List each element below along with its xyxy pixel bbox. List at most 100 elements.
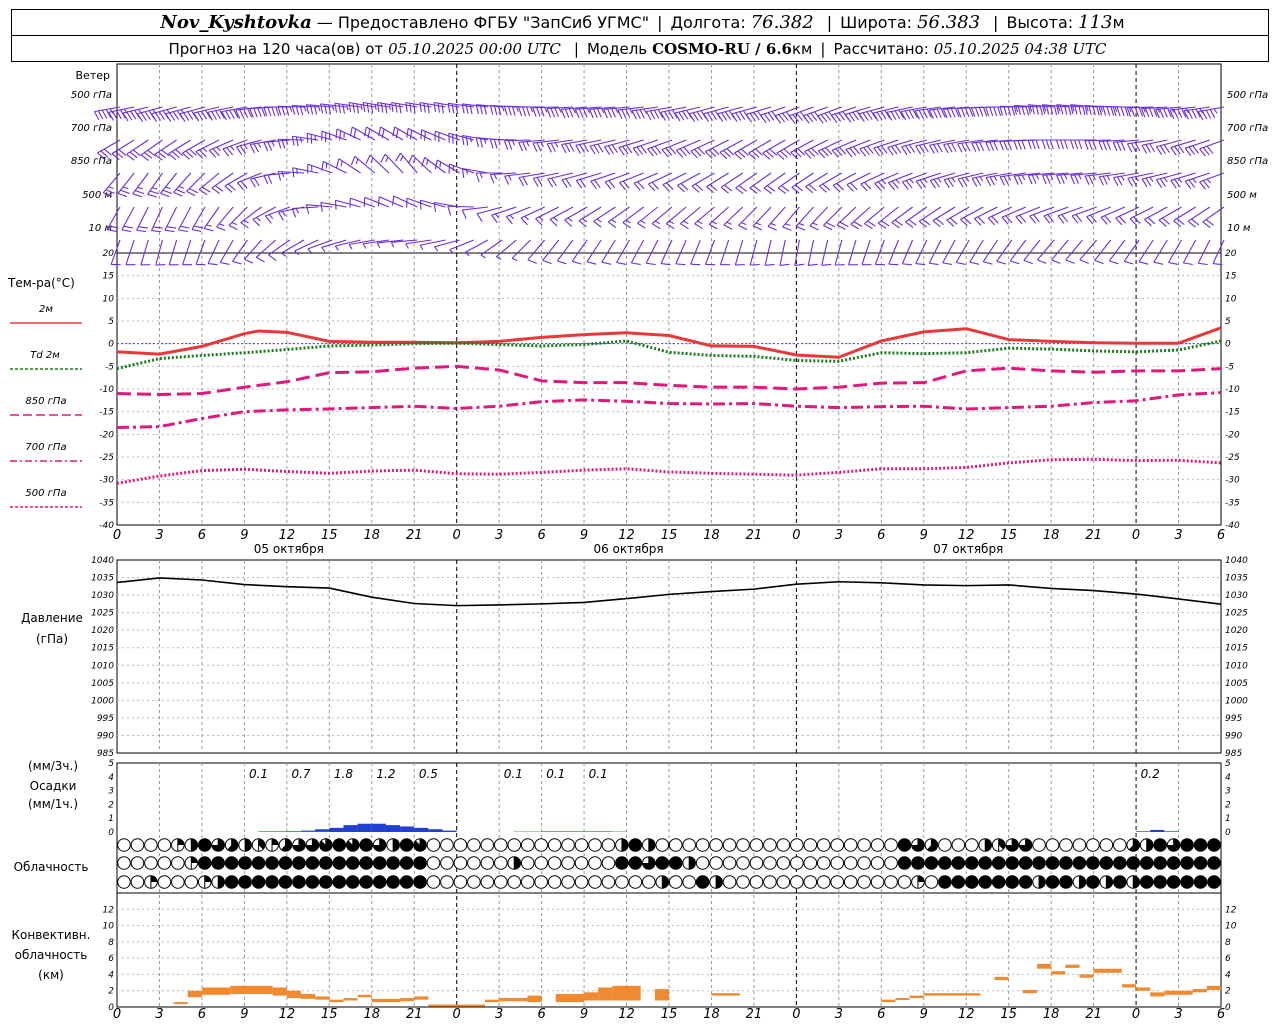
cloud-symbol-fill bbox=[978, 875, 992, 889]
precip-total-label: 0.1 bbox=[504, 767, 523, 781]
cloud-symbol bbox=[1032, 838, 1046, 852]
wind-barb bbox=[877, 206, 899, 229]
cloud-symbol-circle bbox=[507, 838, 522, 852]
wind-barb bbox=[535, 206, 560, 226]
wind-barb bbox=[532, 172, 559, 187]
cloud-symbol-circle bbox=[574, 875, 589, 889]
x-hour-tick-label: 9 bbox=[920, 1007, 928, 1022]
pressure-y-tick-label: 1020 bbox=[1225, 626, 1248, 636]
wind-barb-feather bbox=[979, 141, 985, 151]
wind-barb-feather bbox=[951, 142, 957, 152]
wind-barb-feather bbox=[1041, 175, 1047, 185]
wind-level-label: 850 гПа bbox=[71, 156, 112, 167]
wind-barb bbox=[549, 206, 574, 227]
wind-barb bbox=[511, 239, 531, 262]
cloud-symbol-fill bbox=[333, 875, 346, 889]
wind-barb-feather bbox=[352, 103, 356, 113]
wind-barb-feather bbox=[522, 176, 528, 186]
x-hour-tick-label: 12 bbox=[618, 1007, 635, 1022]
wind-barb-feather bbox=[1130, 142, 1137, 152]
wind-barb bbox=[874, 239, 885, 266]
convective-bar bbox=[1037, 963, 1052, 969]
wind-barb-feather bbox=[452, 134, 454, 144]
wind-barb-feather bbox=[536, 142, 542, 152]
cloud-symbol-circle bbox=[467, 856, 481, 870]
wind-barb bbox=[363, 196, 390, 208]
wind-barb-feather bbox=[464, 251, 470, 257]
cloud-symbol bbox=[911, 875, 925, 889]
wind-barb bbox=[631, 106, 658, 120]
pressure-y-tick-label: 1005 bbox=[1225, 679, 1248, 689]
cloud-symbol-fill bbox=[696, 875, 709, 889]
wind-barb-feather bbox=[1112, 142, 1118, 152]
wind-barb-staff bbox=[901, 239, 914, 265]
cloud-symbol bbox=[332, 856, 347, 870]
wind-barb-staff bbox=[306, 204, 333, 208]
cloud-symbol bbox=[1018, 875, 1033, 889]
convective-y-tick-label: 6 bbox=[108, 954, 114, 964]
pressure-y-tick-label: 1030 bbox=[91, 591, 114, 601]
wind-barb-feather bbox=[979, 107, 984, 117]
convective-bar bbox=[315, 996, 330, 1000]
wind-barb bbox=[564, 206, 588, 227]
cloud-symbol bbox=[480, 856, 495, 870]
cloud-symbol bbox=[453, 838, 468, 852]
convective-bar bbox=[1136, 987, 1151, 991]
cloud-symbol-fill bbox=[952, 856, 965, 870]
cloud-symbol-fill bbox=[218, 875, 225, 889]
cloud-symbol-circle bbox=[453, 875, 468, 889]
wind-barb-staff bbox=[848, 239, 857, 266]
cloud-symbol bbox=[413, 856, 427, 870]
cloud-symbol bbox=[749, 856, 764, 870]
convective-y-tick-label: 2 bbox=[1225, 987, 1231, 997]
wind-barb-feather bbox=[413, 103, 416, 114]
cloud-symbol bbox=[1193, 856, 1208, 870]
x-hour-tick-label: 0 bbox=[1132, 1007, 1140, 1022]
wind-barb-staff bbox=[817, 106, 843, 117]
wind-barb-staff bbox=[542, 239, 560, 261]
x-hour-tick-label: 6 bbox=[877, 1007, 885, 1022]
wind-barb-feather bbox=[635, 109, 641, 119]
cloud-symbol bbox=[386, 856, 400, 870]
wind-barb bbox=[125, 239, 136, 266]
wind-barb-staff bbox=[1009, 239, 1027, 262]
x-hour-tick-label: 15 bbox=[321, 528, 338, 543]
precip-unit-1h: (мм/1ч.) bbox=[28, 797, 78, 811]
cloud-symbol bbox=[184, 838, 199, 852]
cloud-symbol-fill bbox=[621, 838, 629, 852]
wind-barb-feather bbox=[950, 108, 956, 118]
cloud-symbol bbox=[1139, 838, 1154, 852]
cloud-symbol bbox=[843, 875, 858, 889]
precip-bar bbox=[343, 825, 358, 832]
wind-barb-feather bbox=[509, 214, 515, 220]
wind-barb-feather bbox=[493, 139, 498, 149]
cloud-symbol-circle bbox=[130, 838, 145, 852]
wind-barb-feather bbox=[427, 103, 430, 114]
wind-barb-staff bbox=[240, 206, 262, 223]
x-hour-tick-label: 9 bbox=[580, 528, 588, 543]
cloud-symbol bbox=[642, 856, 656, 870]
wind-barb bbox=[307, 163, 333, 174]
cloud-symbol-fill bbox=[992, 875, 1005, 889]
convective-bar bbox=[895, 998, 910, 1001]
wind-barb bbox=[255, 239, 277, 263]
precip-bar bbox=[1150, 829, 1165, 832]
x-hour-tick-label: 6 bbox=[877, 528, 885, 543]
wind-barb bbox=[918, 206, 942, 228]
cloud-symbol bbox=[830, 856, 845, 870]
cloud-symbol bbox=[857, 875, 871, 889]
cloud-symbol bbox=[803, 856, 818, 870]
cloud-symbol bbox=[1005, 875, 1019, 889]
wind-barb-staff bbox=[888, 172, 913, 184]
wind-barb bbox=[480, 239, 503, 259]
cloud-symbol bbox=[292, 856, 306, 870]
cloud-symbol bbox=[924, 856, 939, 870]
wind-barb bbox=[305, 204, 333, 215]
wind-barb-staff bbox=[969, 239, 984, 263]
wind-barb bbox=[985, 106, 1012, 117]
wind-barb-staff bbox=[915, 239, 928, 264]
pressure-y-tick-label: 990 bbox=[1225, 731, 1242, 741]
wind-barb-feather bbox=[947, 143, 953, 153]
temperature-legend-label: 2м bbox=[39, 304, 53, 315]
cloud-symbol-circle bbox=[816, 856, 831, 870]
